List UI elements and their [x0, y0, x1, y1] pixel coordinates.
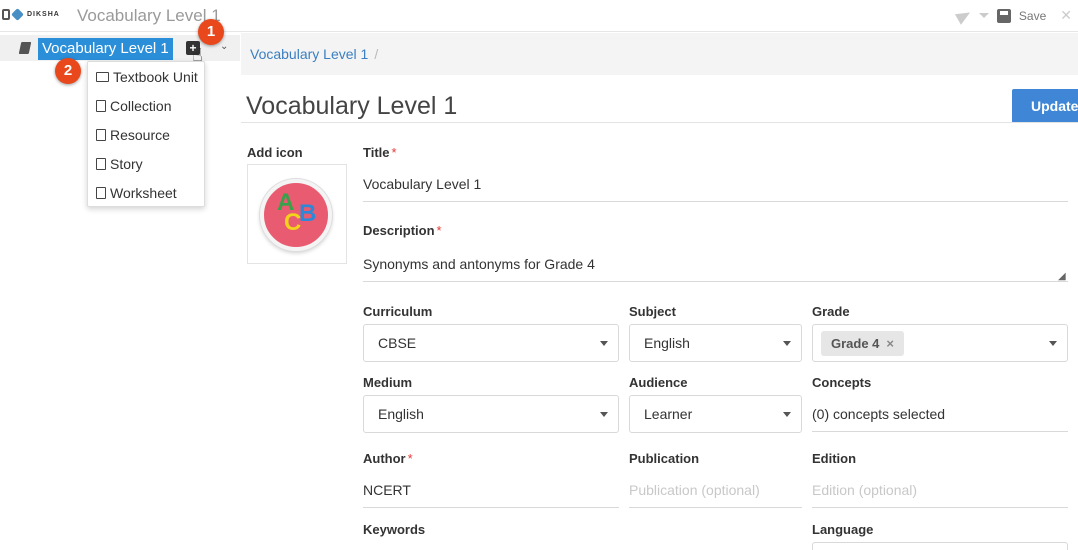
chevron-down-icon: [783, 412, 791, 417]
curriculum-value: CBSE: [378, 335, 417, 351]
audience-select[interactable]: Learner: [629, 395, 802, 433]
add-icon-label: Add icon: [247, 145, 303, 160]
menu-item-label: Worksheet: [110, 184, 177, 201]
page-title: Vocabulary Level 1: [246, 92, 458, 120]
author-label-text: Author: [363, 451, 406, 466]
description-underline: [363, 281, 1068, 282]
icon-picker[interactable]: A C B: [247, 164, 347, 264]
top-bar: DIKSHA Vocabulary Level 1 Save ✕: [0, 0, 1078, 32]
chevron-down-icon: [600, 412, 608, 417]
subject-select[interactable]: English: [629, 324, 802, 362]
breadcrumb: Vocabulary Level 1 /: [241, 33, 1078, 75]
menu-item-textbook-unit[interactable]: Textbook Unit: [88, 62, 204, 91]
grade-label: Grade: [812, 304, 850, 319]
edition-label: Edition: [812, 451, 857, 466]
grade-chip: Grade 4 ×: [821, 331, 905, 356]
save-icon[interactable]: [996, 8, 1011, 23]
subject-value: English: [644, 335, 690, 351]
leaf-icon: [11, 8, 24, 21]
file-icon: [96, 157, 106, 170]
menu-item-story[interactable]: Story: [88, 149, 204, 178]
title-field[interactable]: Vocabulary Level 1: [363, 176, 481, 192]
author-underline: [363, 507, 619, 508]
audience-value: Learner: [644, 406, 693, 422]
medium-label: Medium: [363, 375, 413, 390]
abc-image: A C B: [260, 179, 332, 251]
menu-item-label: Collection: [110, 97, 172, 114]
step-badge-1: 1: [198, 19, 224, 45]
medium-value: English: [378, 406, 424, 422]
edition-underline: [812, 507, 1068, 508]
curriculum-label: Curriculum: [363, 304, 433, 319]
logo-text: DIKSHA: [27, 11, 60, 18]
save-button[interactable]: Save: [1019, 9, 1046, 23]
update-button[interactable]: Update: [1012, 89, 1078, 123]
edition-field[interactable]: Edition (optional): [812, 482, 917, 498]
keywords-label: Keywords: [363, 522, 426, 537]
chevron-down-icon[interactable]: [978, 13, 989, 18]
required-mark: *: [436, 223, 442, 238]
title-label-text: Title: [363, 145, 390, 160]
chevron-down-icon: [783, 341, 791, 346]
chevron-down-icon: [1049, 341, 1057, 346]
title-label: Title *: [363, 145, 397, 160]
concepts-label: Concepts: [812, 375, 872, 390]
app-title: Vocabulary Level 1: [77, 6, 221, 25]
menu-item-worksheet[interactable]: Worksheet: [88, 178, 204, 207]
file-icon: [96, 99, 106, 112]
required-mark: *: [391, 145, 397, 160]
close-icon[interactable]: ✕: [1060, 7, 1072, 24]
folder-icon: [96, 71, 109, 82]
menu-item-collection[interactable]: Collection: [88, 91, 204, 120]
subject-label: Subject: [629, 304, 676, 319]
description-label-text: Description: [363, 223, 435, 238]
required-mark: *: [407, 451, 413, 466]
diksha-logo: DIKSHA: [2, 8, 60, 21]
expand-icon[interactable]: ⌄: [220, 41, 228, 52]
menu-item-label: Resource: [110, 126, 170, 143]
author-label: Author *: [363, 451, 413, 466]
publication-field[interactable]: Publication (optional): [629, 482, 760, 498]
publication-label: Publication: [629, 451, 700, 466]
breadcrumb-link[interactable]: Vocabulary Level 1: [250, 46, 368, 62]
step-badge-2: 2: [55, 58, 81, 84]
divider: [241, 122, 1078, 123]
file-icon: [96, 128, 106, 141]
file-icon: [96, 186, 106, 199]
tree-node-label[interactable]: Vocabulary Level 1: [38, 38, 173, 60]
language-label: Language: [812, 522, 874, 537]
emblem-icon: [2, 9, 10, 20]
grade-chip-label: Grade 4: [831, 336, 880, 351]
title-underline: [363, 201, 1068, 202]
curriculum-select[interactable]: CBSE: [363, 324, 619, 362]
chevron-down-icon: [600, 341, 608, 346]
menu-item-label: Textbook Unit: [113, 68, 198, 85]
concepts-field[interactable]: (0) concepts selected: [812, 406, 945, 422]
abc-letter: B: [299, 200, 317, 227]
description-field[interactable]: Synonyms and antonyms for Grade 4: [363, 256, 595, 272]
top-actions: Save ✕: [954, 6, 1072, 25]
main-panel: Vocabulary Level 1 / Vocabulary Level 1 U…: [241, 33, 1078, 550]
author-field[interactable]: NCERT: [363, 482, 411, 498]
grade-select[interactable]: Grade 4 ×: [812, 324, 1068, 362]
menu-item-label: Story: [110, 155, 143, 172]
send-icon[interactable]: [954, 6, 973, 25]
concepts-underline: [812, 431, 1068, 432]
chip-remove-icon[interactable]: ×: [886, 336, 894, 351]
audience-label: Audience: [629, 375, 688, 390]
publication-underline: [629, 507, 802, 508]
add-child-menu: Textbook Unit Collection Resource Story …: [87, 61, 205, 207]
medium-select[interactable]: English: [363, 395, 619, 433]
description-label: Description *: [363, 223, 442, 238]
breadcrumb-separator: /: [374, 46, 379, 62]
book-icon: [18, 42, 32, 54]
language-select[interactable]: [812, 542, 1068, 550]
menu-item-resource[interactable]: Resource: [88, 120, 204, 149]
